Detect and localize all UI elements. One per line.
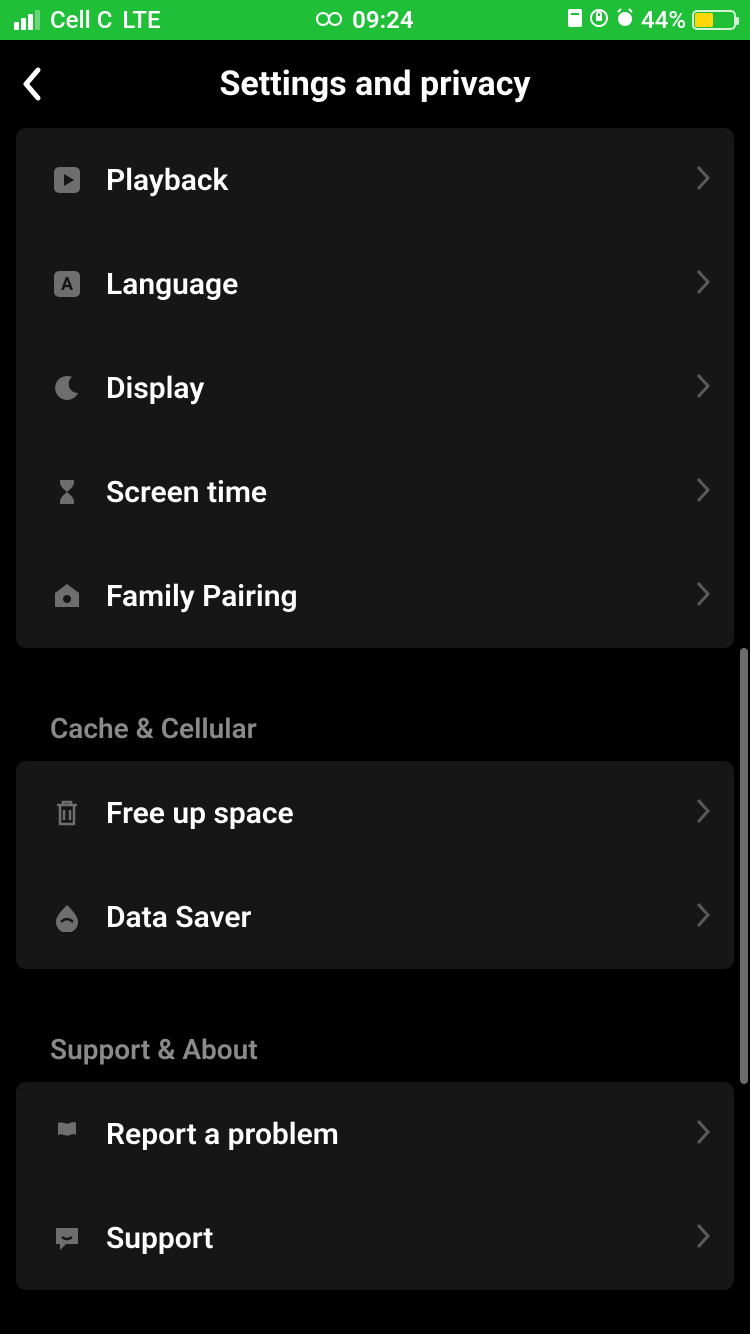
display-icon — [50, 371, 84, 405]
alarm-icon — [615, 6, 635, 34]
signal-icon — [14, 10, 40, 30]
row-label: Language — [106, 267, 694, 302]
clock-time: 09:24 — [352, 6, 413, 34]
settings-group-general: Playback A Language Display Screen time — [16, 128, 734, 648]
chevron-right-icon — [694, 579, 712, 613]
row-data-saver[interactable]: Data Saver — [16, 865, 734, 969]
chevron-right-icon — [694, 475, 712, 509]
playback-icon — [50, 163, 84, 197]
row-family-pairing[interactable]: Family Pairing — [16, 544, 734, 648]
settings-group-cache: Free up space Data Saver — [16, 761, 734, 969]
settings-group-support: Report a problem Support — [16, 1082, 734, 1290]
chevron-right-icon — [694, 1221, 712, 1255]
row-label: Support — [106, 1221, 694, 1256]
flag-icon — [50, 1117, 84, 1151]
row-label: Report a problem — [106, 1117, 694, 1152]
rotation-lock-icon — [589, 6, 609, 34]
chevron-right-icon — [694, 796, 712, 830]
chevron-right-icon — [694, 267, 712, 301]
card-icon — [567, 6, 583, 34]
back-button[interactable] — [20, 40, 80, 128]
status-left: Cell C LTE — [14, 6, 161, 34]
page-title: Settings and privacy — [219, 64, 530, 104]
chevron-right-icon — [694, 1117, 712, 1151]
network-label: LTE — [122, 6, 160, 34]
chevron-right-icon — [694, 163, 712, 197]
status-right: 44% — [567, 6, 736, 34]
row-free-up-space[interactable]: Free up space — [16, 761, 734, 865]
row-report-problem[interactable]: Report a problem — [16, 1082, 734, 1186]
chevron-right-icon — [694, 371, 712, 405]
row-label: Playback — [106, 163, 694, 198]
data-saver-icon — [50, 900, 84, 934]
screen-time-icon — [50, 475, 84, 509]
row-playback[interactable]: Playback — [16, 128, 734, 232]
row-support[interactable]: Support — [16, 1186, 734, 1290]
svg-text:A: A — [61, 274, 74, 295]
row-label: Display — [106, 371, 694, 406]
row-label: Screen time — [106, 475, 694, 510]
status-center: 09:24 — [314, 6, 413, 34]
battery-fill — [695, 13, 713, 27]
row-label: Free up space — [106, 796, 694, 831]
row-language[interactable]: A Language — [16, 232, 734, 336]
group-title-cache: Cache & Cellular — [16, 678, 734, 761]
group-title-support: Support & About — [16, 999, 734, 1082]
support-icon — [50, 1221, 84, 1255]
row-label: Data Saver — [106, 900, 694, 935]
family-pairing-icon — [50, 579, 84, 613]
battery-percent: 44% — [641, 6, 686, 34]
scrollbar[interactable] — [740, 648, 748, 1084]
header: Settings and privacy — [0, 40, 750, 128]
link-icon — [314, 6, 344, 34]
trash-icon — [50, 796, 84, 830]
battery-icon — [692, 10, 736, 30]
carrier-label: Cell C — [50, 6, 112, 34]
status-bar: Cell C LTE 09:24 44% — [0, 0, 750, 40]
language-icon: A — [50, 267, 84, 301]
chevron-right-icon — [694, 900, 712, 934]
row-label: Family Pairing — [106, 579, 694, 614]
row-display[interactable]: Display — [16, 336, 734, 440]
row-screen-time[interactable]: Screen time — [16, 440, 734, 544]
